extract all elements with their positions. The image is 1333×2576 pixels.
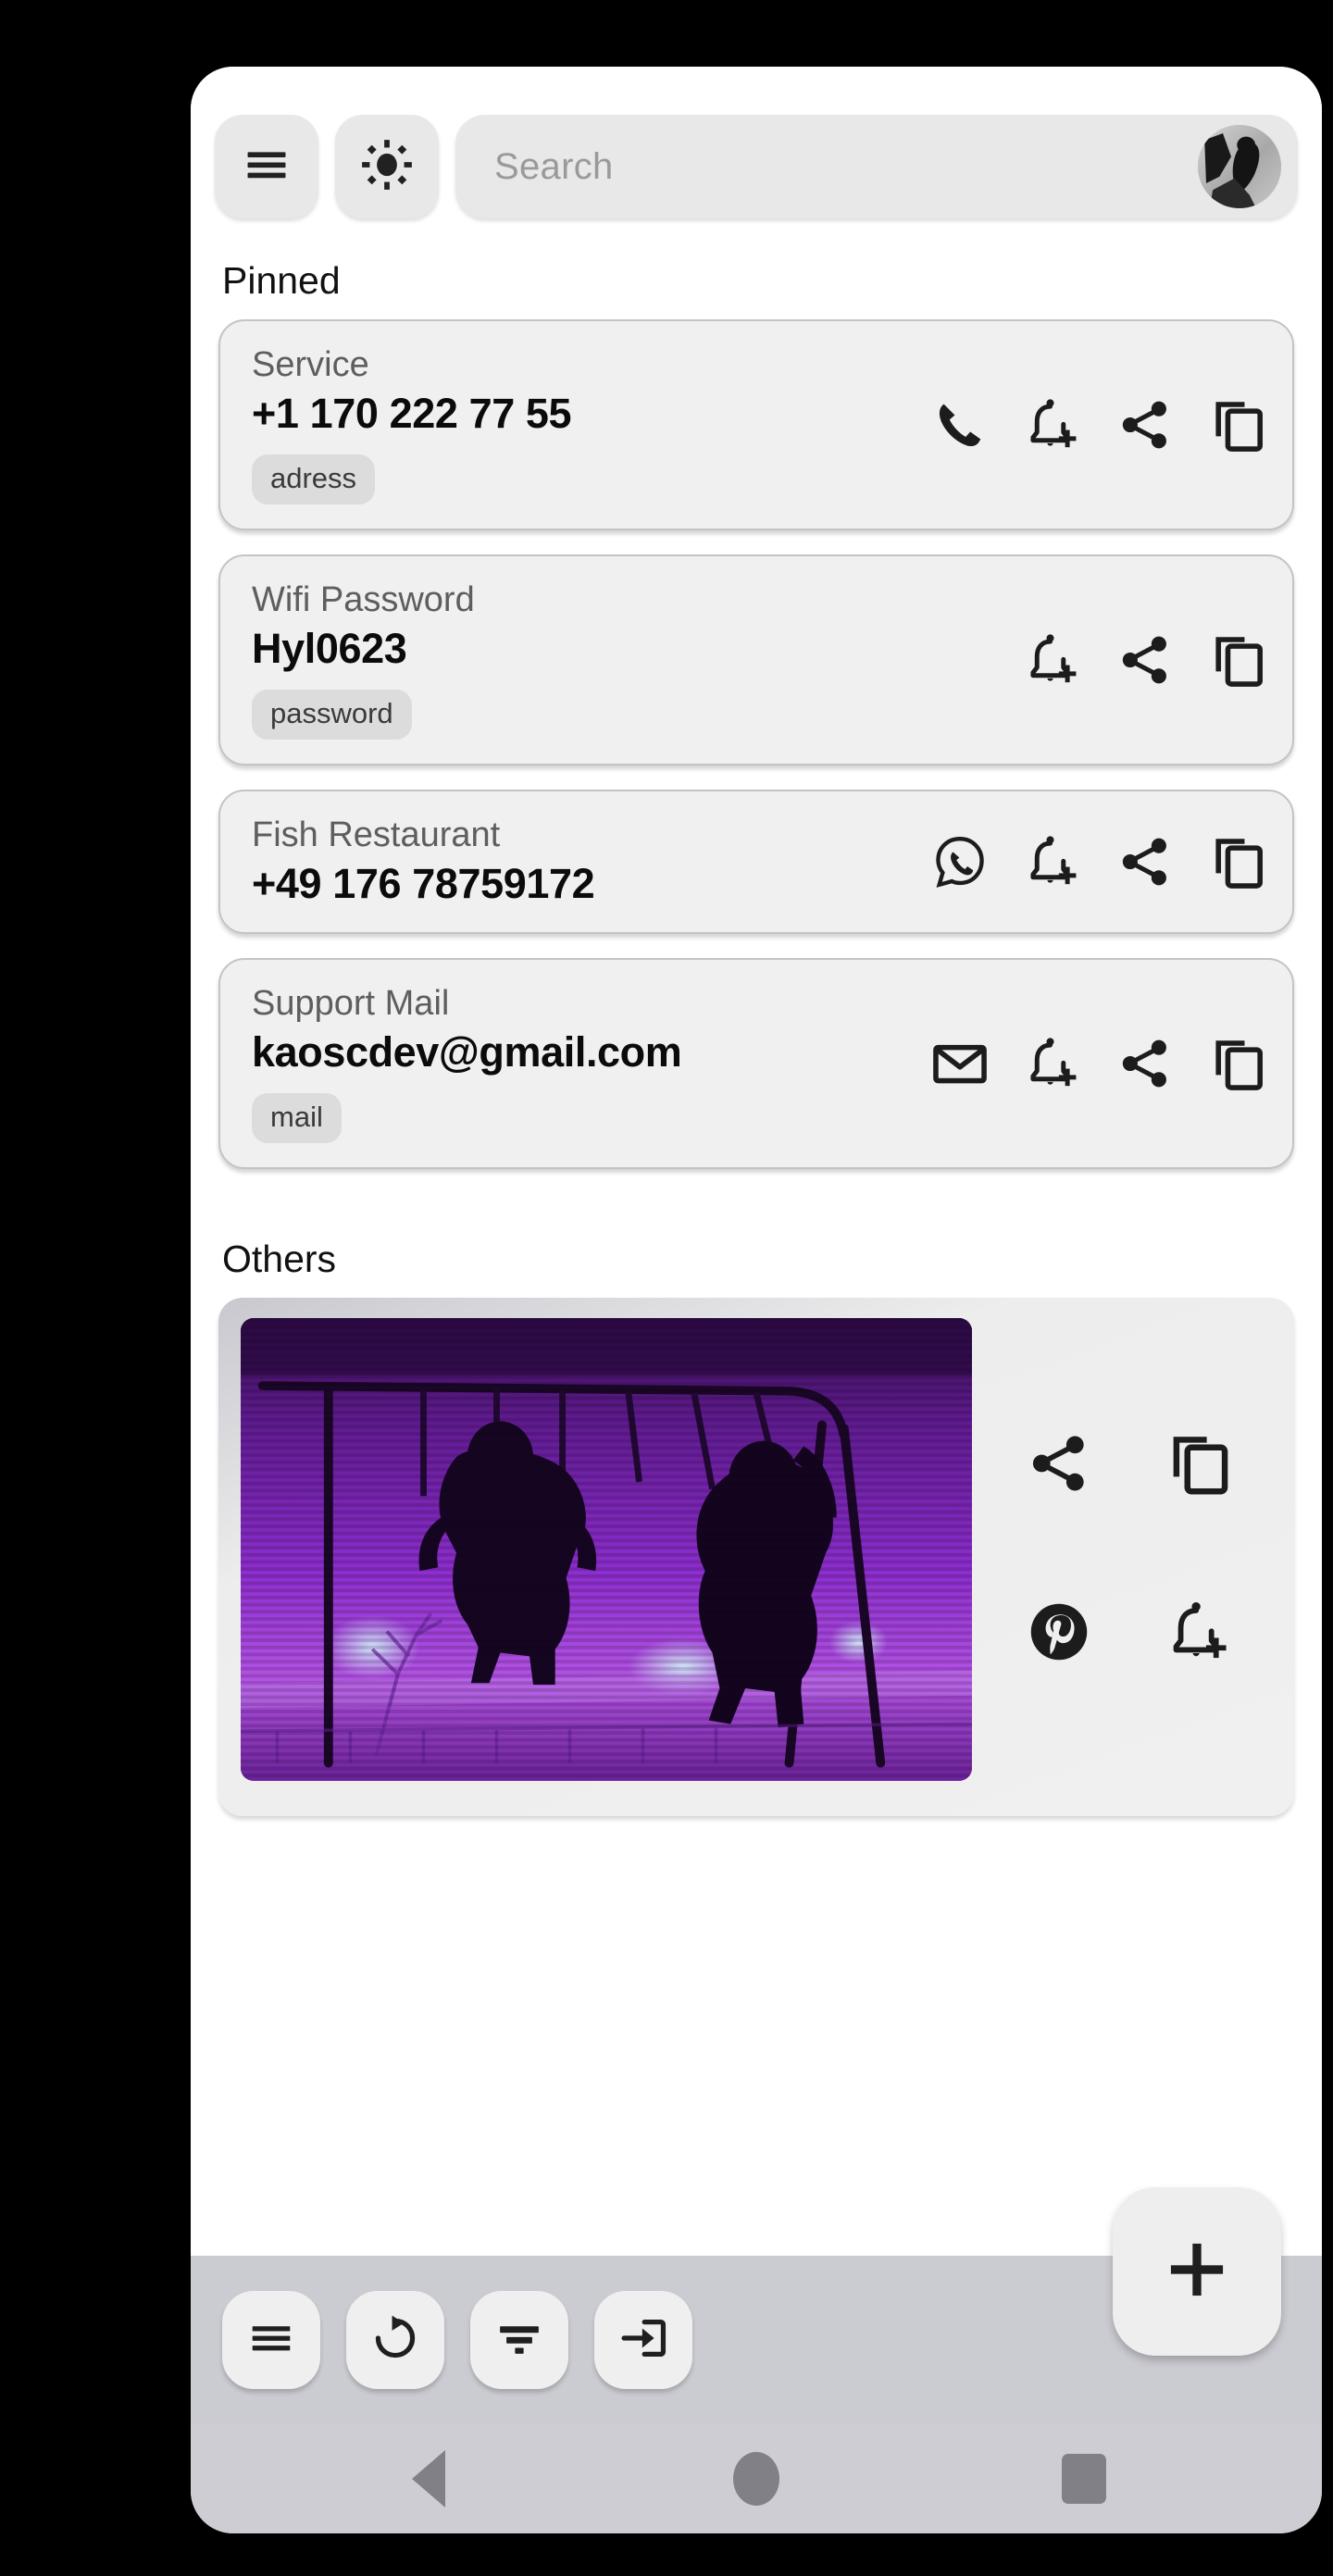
share-icon[interactable] [1116, 1035, 1174, 1092]
theme-toggle-button[interactable] [335, 115, 439, 218]
pinterest-icon[interactable] [1026, 1599, 1092, 1665]
entry-value: +1 170 222 77 55 [252, 390, 572, 437]
entry-actions [1003, 631, 1266, 689]
import-login-button[interactable] [594, 2291, 692, 2389]
entry-content: Wifi Password Hyl0623 password [252, 580, 1003, 740]
phone-icon[interactable] [931, 396, 989, 454]
avatar[interactable] [1198, 125, 1281, 208]
copy-icon[interactable] [1165, 1430, 1232, 1497]
bell-plus-icon[interactable] [1024, 396, 1081, 454]
entry-card-image[interactable] [218, 1298, 1294, 1816]
bell-plus-icon[interactable] [1024, 631, 1081, 689]
entry-value: kaoscdev@gmail.com [252, 1028, 682, 1076]
recents-square-icon [1062, 2454, 1106, 2504]
content-scroll-area[interactable]: Pinned Service +1 170 222 77 55 adress W… [191, 231, 1322, 2256]
share-icon[interactable] [1116, 833, 1174, 890]
filter-sort-button[interactable] [470, 2291, 568, 2389]
entry-card-support-mail[interactable]: Support Mail kaoscdev@gmail.com mail [218, 958, 1294, 1169]
home-circle-icon [733, 2452, 779, 2506]
bottom-toolbar [191, 2187, 1322, 2424]
search-placeholder: Search [494, 145, 614, 187]
nav-home-button[interactable] [691, 2437, 821, 2520]
refresh-icon [368, 2311, 422, 2370]
mail-icon[interactable] [931, 1035, 989, 1092]
whatsapp-icon[interactable] [931, 833, 989, 890]
section-title-others: Others [191, 1193, 1322, 1298]
add-entry-fab[interactable] [1113, 2187, 1281, 2356]
bell-plus-icon[interactable] [1024, 1035, 1081, 1092]
phone-screen: Search Pinned Service +1 170 222 77 55 a… [191, 67, 1322, 2533]
brightness-sun-icon [357, 135, 417, 199]
entry-content: Fish Restaurant +49 176 78759172 [252, 815, 911, 908]
entry-label: Wifi Password [252, 580, 475, 619]
share-icon[interactable] [1116, 396, 1174, 454]
list-menu-button[interactable] [222, 2291, 320, 2389]
copy-icon[interactable] [1209, 833, 1266, 890]
import-login-icon [617, 2311, 670, 2370]
entry-actions [911, 1035, 1266, 1092]
entry-actions [911, 396, 1266, 454]
copy-icon[interactable] [1209, 631, 1266, 689]
entry-card-service[interactable]: Service +1 170 222 77 55 adress [218, 319, 1294, 530]
share-icon[interactable] [1026, 1430, 1092, 1497]
entry-content: Service +1 170 222 77 55 adress [252, 345, 911, 504]
entry-label: Service [252, 345, 369, 384]
phone-frame: Search Pinned Service +1 170 222 77 55 a… [89, 20, 1322, 2541]
back-triangle-icon [412, 2450, 445, 2508]
nav-recents-button[interactable] [1019, 2437, 1149, 2520]
bell-plus-icon[interactable] [1024, 833, 1081, 890]
entry-actions [911, 833, 1266, 890]
entry-value: Hyl0623 [252, 625, 407, 672]
entry-tag: mail [252, 1093, 342, 1143]
bell-plus-icon[interactable] [1165, 1599, 1232, 1665]
app-header: Search [191, 67, 1322, 231]
entry-label: Support Mail [252, 984, 450, 1023]
entry-card-fish-restaurant[interactable]: Fish Restaurant +49 176 78759172 [218, 790, 1294, 934]
hamburger-menu-button[interactable] [215, 115, 318, 218]
entry-label: Fish Restaurant [252, 815, 501, 854]
hamburger-menu-icon [238, 136, 295, 198]
entry-card-wifi-password[interactable]: Wifi Password Hyl0623 password [218, 554, 1294, 765]
copy-icon[interactable] [1209, 396, 1266, 454]
entry-content: Support Mail kaoscdev@gmail.com mail [252, 984, 911, 1143]
image-entry-actions [972, 1318, 1277, 1796]
share-icon[interactable] [1116, 631, 1174, 689]
copy-icon[interactable] [1209, 1035, 1266, 1092]
entry-value: +49 176 78759172 [252, 860, 595, 907]
section-title-pinned: Pinned [191, 231, 1322, 319]
list-menu-icon [244, 2311, 298, 2370]
plus-icon [1161, 2234, 1233, 2310]
entry-tag: password [252, 690, 412, 740]
refresh-button[interactable] [346, 2291, 444, 2389]
filter-sort-icon [492, 2311, 546, 2370]
entry-tag: adress [252, 454, 376, 504]
nav-back-button[interactable] [364, 2437, 493, 2520]
search-input[interactable]: Search [455, 115, 1298, 218]
photo-thumbnail[interactable] [241, 1318, 972, 1781]
android-nav-bar [191, 2424, 1322, 2533]
